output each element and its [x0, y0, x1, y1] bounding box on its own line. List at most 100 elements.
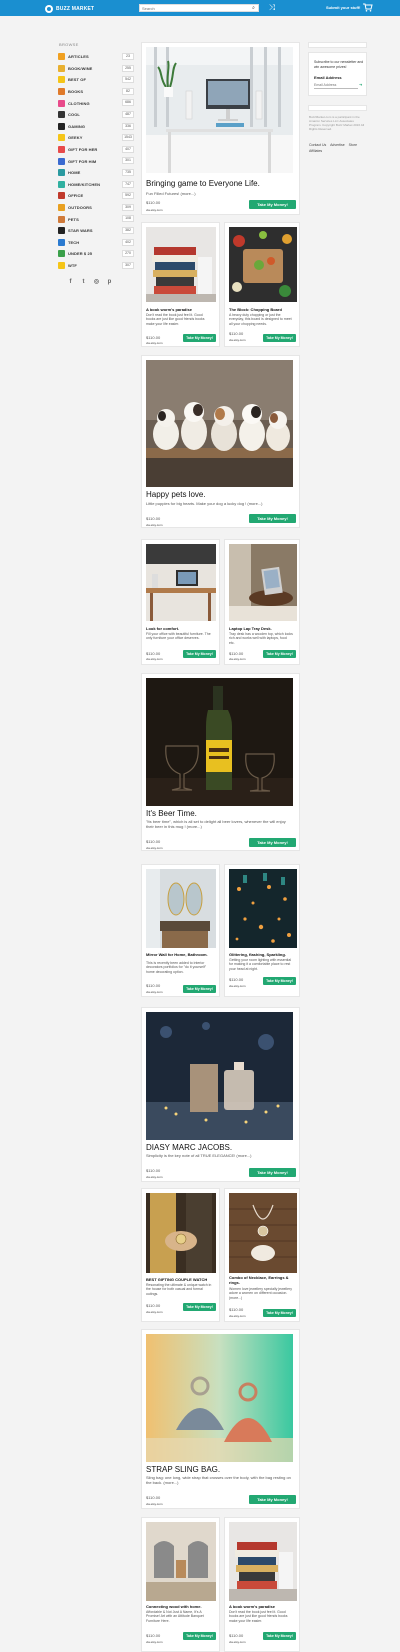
- buy-button[interactable]: Take My Money!: [263, 650, 296, 658]
- buy-button[interactable]: Take My Money!: [263, 977, 296, 985]
- sidebar-item-gaming[interactable]: GAMING 336: [58, 121, 134, 133]
- sidebar-item-under-25[interactable]: UNDER $ 25 270: [58, 248, 134, 260]
- product-image[interactable]: [229, 1522, 297, 1601]
- submit-stuff-link[interactable]: Submit your stuff!: [326, 5, 360, 10]
- search-icon[interactable]: ⌕: [250, 5, 257, 11]
- product-source[interactable]: via etsy.com: [229, 338, 245, 342]
- buy-button[interactable]: Take My Money!: [249, 200, 296, 209]
- product-source[interactable]: via etsy.com: [229, 657, 245, 661]
- product-image[interactable]: [229, 227, 297, 302]
- product-source[interactable]: via etsy.com: [146, 1310, 162, 1314]
- product-price: $110.00: [146, 983, 161, 988]
- product-title[interactable]: It's Beer Time.: [146, 809, 197, 818]
- product-image[interactable]: [229, 1193, 297, 1273]
- product-image[interactable]: [146, 360, 293, 487]
- sidebar-item-tech[interactable]: TECH 402: [58, 237, 134, 249]
- product-source[interactable]: via etsy.com: [146, 846, 162, 850]
- product-title[interactable]: Mirror Wall for Home, Bathroom.: [146, 952, 212, 957]
- product-title[interactable]: A book worm's paradise: [146, 307, 192, 312]
- sidebar-item-cool[interactable]: COOL 487: [58, 109, 134, 121]
- sidebar-item-geeky[interactable]: GEEKY 1543: [58, 132, 134, 144]
- instagram-icon[interactable]: ◎: [93, 279, 100, 286]
- product-image[interactable]: [229, 544, 297, 621]
- product-card: Glittering, flashing, Sparkling. Getting…: [224, 864, 300, 997]
- product-title[interactable]: Bringing game to Everyone Life.: [146, 179, 260, 188]
- site-logo[interactable]: BUZZ MARKET: [45, 4, 94, 13]
- sidebar-item-star-wars[interactable]: STAR WARS 382: [58, 225, 134, 237]
- product-image[interactable]: [146, 1522, 216, 1601]
- product-title[interactable]: The Block: Chopping Board: [229, 307, 282, 312]
- product-image[interactable]: [146, 47, 293, 173]
- newsletter-box: Subscribe to our newsletter and win awes…: [308, 52, 367, 96]
- product-source[interactable]: via etsy.com: [146, 657, 162, 661]
- shuffle-icon[interactable]: ⤨: [267, 3, 277, 13]
- footer-link-store[interactable]: Store: [349, 143, 357, 147]
- category-icon: [58, 88, 65, 96]
- sidebar-item-clothing[interactable]: CLOTHING 686: [58, 97, 134, 109]
- sidebar-item-home[interactable]: HOME 735: [58, 167, 134, 179]
- product-title[interactable]: A book worm's paradise: [229, 1604, 275, 1609]
- sidebar-item-best-of[interactable]: BEST OF 542: [58, 74, 134, 86]
- product-title[interactable]: Connecting wood with home.: [146, 1604, 202, 1609]
- product-title[interactable]: BEST GIFTING COUPLE WATCH: [146, 1277, 207, 1282]
- product-source[interactable]: via etsy.com: [146, 1175, 162, 1179]
- search-input[interactable]: [140, 5, 250, 11]
- product-source[interactable]: via etsy.com: [146, 208, 162, 212]
- product-source[interactable]: via etsy.com: [146, 990, 162, 994]
- buy-button[interactable]: Take My Money!: [183, 650, 216, 658]
- product-title[interactable]: DIASY MARC JACOBS.: [146, 1143, 232, 1152]
- buy-button[interactable]: Take My Money!: [183, 1632, 216, 1640]
- product-image[interactable]: [146, 678, 293, 806]
- sidebar-item-home-kitchen[interactable]: HOME/KITCHEN 747: [58, 179, 134, 191]
- product-image[interactable]: [229, 869, 297, 948]
- product-source[interactable]: via etsy.com: [146, 1640, 162, 1644]
- facebook-icon[interactable]: f: [67, 279, 74, 286]
- product-image[interactable]: [146, 1334, 293, 1462]
- product-source[interactable]: via etsy.com: [146, 341, 162, 345]
- category-count-badge: 592: [122, 192, 134, 200]
- buy-button[interactable]: Take My Money!: [249, 838, 296, 847]
- twitter-icon[interactable]: t: [80, 279, 87, 286]
- cart-icon[interactable]: [363, 3, 373, 12]
- subscribe-arrow-icon[interactable]: ➜: [359, 82, 365, 88]
- product-image[interactable]: [146, 1012, 293, 1140]
- buy-button[interactable]: Take My Money!: [249, 1495, 296, 1504]
- sidebar-item-outdoors[interactable]: OUTDOORS 309: [58, 202, 134, 214]
- buy-button[interactable]: Take My Money!: [263, 1309, 296, 1317]
- buy-button[interactable]: Take My Money!: [263, 334, 296, 342]
- sidebar-item-wtf[interactable]: WTF 307: [58, 260, 134, 272]
- email-field[interactable]: [314, 81, 358, 89]
- buy-button[interactable]: Take My Money!: [249, 1168, 296, 1177]
- buy-button[interactable]: Take My Money!: [249, 514, 296, 523]
- product-title[interactable]: Combo of Necklace, Earrings & rings.: [229, 1275, 293, 1285]
- sidebar-item-pets[interactable]: PETS 108: [58, 213, 134, 225]
- product-source[interactable]: via etsy.com: [146, 1502, 162, 1506]
- product-title[interactable]: Look for comfort.: [146, 626, 179, 631]
- sidebar-item-gift-for-her[interactable]: GIFT FOR HER 407: [58, 144, 134, 156]
- product-source[interactable]: via etsy.com: [229, 984, 245, 988]
- product-source[interactable]: via etsy.com: [229, 1640, 245, 1644]
- footer-link-contact[interactable]: Contact Us: [309, 143, 326, 147]
- sidebar-item-books[interactable]: BOOKS 82: [58, 86, 134, 98]
- product-image[interactable]: [146, 1193, 216, 1273]
- sidebar-item-articles[interactable]: ARTICLES 23: [58, 51, 134, 63]
- sidebar-item-gift-for-him[interactable]: GIFT FOR HIM 301: [58, 155, 134, 167]
- buy-button[interactable]: Take My Money!: [183, 985, 216, 993]
- product-title[interactable]: STRAP SLING BAG.: [146, 1465, 220, 1474]
- product-image[interactable]: [146, 869, 216, 948]
- pinterest-icon[interactable]: p: [106, 279, 113, 286]
- sidebar-item-book-wine[interactable]: BOOK/WINE 255: [58, 63, 134, 75]
- sidebar-item-office[interactable]: OFFICE 592: [58, 190, 134, 202]
- product-source[interactable]: via etsy.com: [229, 1314, 245, 1318]
- product-source[interactable]: via etsy.com: [146, 523, 162, 527]
- footer-link-advertise[interactable]: Advertise: [330, 143, 345, 147]
- footer-link-affiliates[interactable]: Affiliates: [309, 149, 322, 153]
- product-image[interactable]: [146, 544, 216, 621]
- product-title[interactable]: Laptop Lap Tray Desk.: [229, 626, 272, 631]
- product-title[interactable]: Happy pets love.: [146, 490, 206, 499]
- buy-button[interactable]: Take My Money!: [183, 334, 216, 342]
- product-title[interactable]: Glittering, flashing, Sparkling.: [229, 952, 286, 957]
- buy-button[interactable]: Take My Money!: [183, 1303, 216, 1311]
- buy-button[interactable]: Take My Money!: [263, 1632, 296, 1640]
- product-image[interactable]: [146, 227, 216, 302]
